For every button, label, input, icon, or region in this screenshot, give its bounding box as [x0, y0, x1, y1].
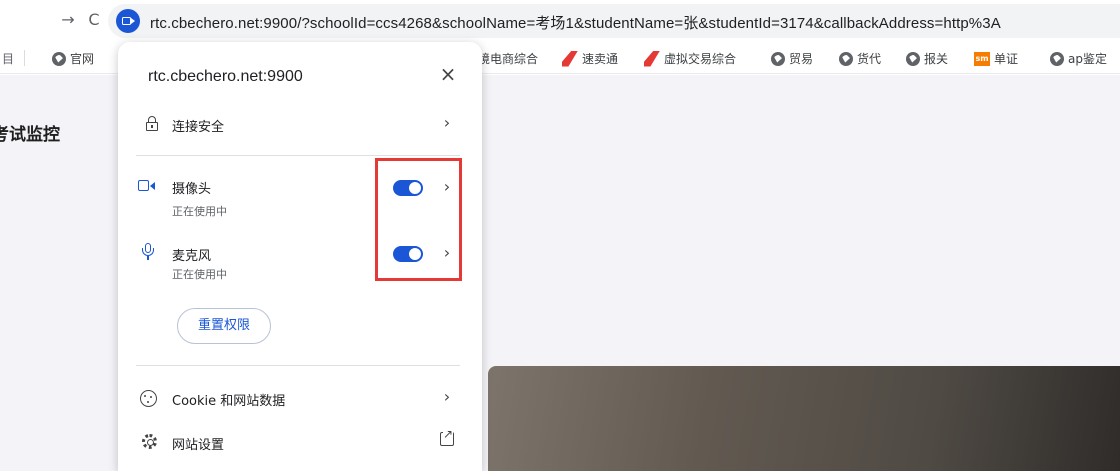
- reset-permissions-button[interactable]: 重置权限: [177, 308, 271, 344]
- red-logo-icon: [644, 50, 660, 67]
- browser-toolbar: → C rtc.cbechero.net:9900/?schoolId=ccs4…: [0, 0, 1120, 42]
- microphone-status: 正在使用中: [172, 268, 227, 281]
- gear-icon: [142, 434, 157, 449]
- close-button[interactable]: ×: [438, 64, 458, 84]
- bookmarks-separator: [24, 50, 25, 66]
- bookmark-documents[interactable]: sm 单证: [974, 50, 1018, 67]
- cookies-chevron-icon[interactable]: ›: [440, 388, 454, 406]
- bookmark-virtual-trade[interactable]: 虚拟交易综合: [644, 50, 736, 67]
- bookmark-customs[interactable]: 报关: [906, 50, 948, 67]
- url-text[interactable]: rtc.cbechero.net:9900/?schoolId=ccs4268&…: [150, 12, 1001, 33]
- bookmark-aliexpress[interactable]: 速卖通: [562, 50, 618, 67]
- connection-security-label[interactable]: 连接安全: [172, 116, 224, 135]
- cookie-icon: [140, 390, 157, 407]
- cookies-label[interactable]: Cookie 和网站数据: [172, 390, 285, 409]
- bookmarks-partial-icon: 目: [2, 52, 15, 66]
- orange-logo-icon: sm: [974, 51, 990, 66]
- globe-icon: [52, 51, 66, 66]
- globe-icon: [1050, 51, 1064, 66]
- camera-label: 摄像头: [172, 182, 212, 197]
- forward-button[interactable]: →: [58, 10, 78, 30]
- bookmark-cross-border[interactable]: 境电商综合: [478, 50, 538, 67]
- camera-icon: [138, 180, 156, 192]
- camera-status: 正在使用中: [172, 205, 227, 218]
- external-link-icon[interactable]: [440, 428, 454, 446]
- page-title: 考试监控: [0, 125, 60, 145]
- bookmark-ap[interactable]: ap鉴定: [1050, 50, 1107, 67]
- divider: [136, 155, 460, 156]
- site-info-button[interactable]: [116, 9, 140, 33]
- camera-preview: [488, 366, 1120, 471]
- globe-icon: [839, 51, 853, 66]
- bookmark-trade[interactable]: 贸易: [771, 50, 813, 67]
- popup-host: rtc.cbechero.net:9900: [148, 68, 303, 85]
- camera-in-use-icon: [122, 17, 131, 25]
- globe-icon: [906, 51, 920, 66]
- site-settings-label[interactable]: 网站设置: [172, 434, 224, 453]
- globe-icon: [771, 51, 785, 66]
- divider: [136, 365, 460, 366]
- bookmark-guanwang[interactable]: 官网: [52, 50, 94, 67]
- chevron-right-icon[interactable]: ›: [440, 114, 454, 132]
- microphone-label: 麦克风: [172, 249, 212, 264]
- bookmark-freight[interactable]: 货代: [839, 50, 881, 67]
- highlight-box: [375, 158, 462, 281]
- microphone-icon: [142, 243, 154, 261]
- red-logo-icon: [562, 50, 578, 67]
- reload-button[interactable]: C: [84, 10, 104, 30]
- lock-icon: [146, 116, 158, 131]
